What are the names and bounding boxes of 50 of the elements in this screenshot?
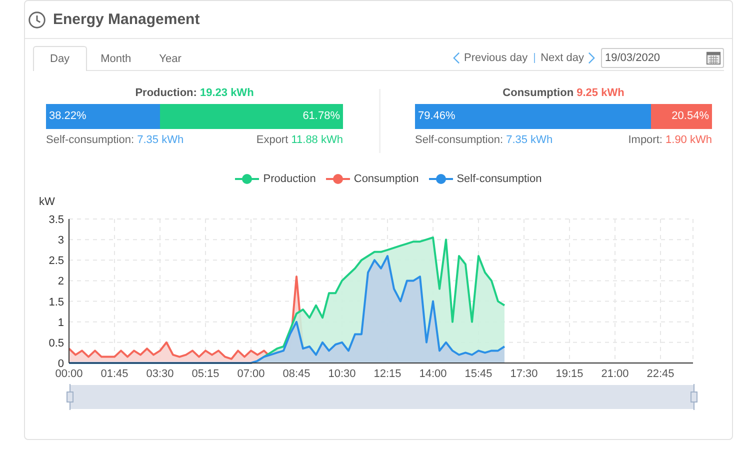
chevron-left-icon bbox=[452, 52, 460, 64]
clock-icon bbox=[28, 10, 46, 28]
x-tick-label: 12:15 bbox=[374, 368, 402, 380]
x-tick-label: 01:45 bbox=[100, 368, 128, 380]
x-tick-label: 15:45 bbox=[464, 368, 492, 380]
tab[interactable]: Day bbox=[33, 46, 87, 71]
y-tick-label: 3.5 bbox=[48, 214, 64, 226]
x-tick-label: 19:15 bbox=[556, 368, 584, 380]
legend-label[interactable]: Self-consumption bbox=[456, 173, 542, 185]
y-tick-label: 3 bbox=[58, 234, 64, 247]
x-tick-label: 00:00 bbox=[55, 368, 83, 380]
summary-detail: Self-consumption: 7.35 kWh bbox=[414, 134, 553, 146]
tab[interactable]: Year bbox=[145, 46, 196, 71]
x-tick-label: 07:00 bbox=[237, 368, 265, 380]
summary-detail: Export 11.88 kWh bbox=[256, 134, 343, 146]
date-field[interactable]: 19/03/2020 bbox=[601, 48, 724, 68]
legend-label[interactable]: Production bbox=[263, 173, 316, 185]
tab[interactable]: Month bbox=[86, 46, 146, 71]
axis-unit: kW bbox=[39, 196, 55, 208]
calendar-icon[interactable] bbox=[706, 50, 721, 65]
y-tick-label: 2.5 bbox=[48, 255, 64, 268]
x-tick-label: 08:45 bbox=[282, 368, 310, 380]
y-tick-label: 0 bbox=[58, 358, 64, 370]
zoom-slider-track[interactable] bbox=[70, 385, 694, 409]
x-tick-label: 05:15 bbox=[192, 368, 220, 380]
y-tick-label: 0.5 bbox=[48, 337, 64, 350]
y-tick-label: 1.5 bbox=[48, 296, 64, 308]
slider-handle-icon[interactable] bbox=[66, 384, 74, 410]
x-tick-label: 10:30 bbox=[328, 368, 356, 380]
chevron-right-icon bbox=[588, 52, 595, 64]
summary-heading: Production: 19.23 kWh bbox=[134, 87, 255, 101]
share-percent: 79.46% bbox=[418, 109, 456, 124]
x-tick-label: 21:00 bbox=[601, 368, 629, 380]
y-tick-label: 1 bbox=[58, 316, 64, 329]
x-tick-label: 22:45 bbox=[646, 368, 674, 380]
x-tick-label: 17:30 bbox=[510, 368, 538, 380]
share-percent: 38.22% bbox=[49, 109, 86, 124]
share-percent: 61.78% bbox=[302, 109, 340, 124]
panel-title: Energy Management bbox=[53, 11, 200, 28]
x-tick-label: 03:30 bbox=[146, 368, 174, 380]
y-tick-label: 2 bbox=[58, 276, 64, 288]
x-tick-label: 14:00 bbox=[419, 368, 447, 380]
previous-day-link[interactable]: Previous day bbox=[452, 52, 528, 64]
summary-heading: Consumption 9.25 kWh bbox=[502, 87, 626, 101]
next-day-link[interactable]: Next day bbox=[540, 52, 595, 64]
share-percent: 20.54% bbox=[672, 109, 709, 124]
slider-handle-icon[interactable] bbox=[690, 384, 698, 410]
summary-detail: Import: 1.90 kWh bbox=[628, 134, 712, 146]
legend-label[interactable]: Consumption bbox=[354, 173, 419, 185]
summary-detail: Self-consumption: 7.35 kWh bbox=[46, 134, 184, 146]
